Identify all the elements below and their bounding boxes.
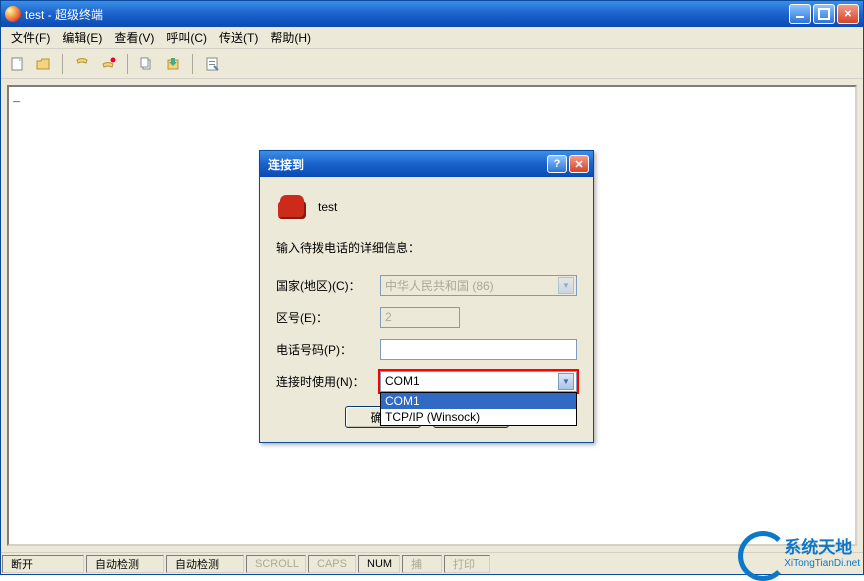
phone-icon (276, 191, 308, 223)
status-capture: 捕 (402, 555, 442, 573)
toolbar-separator (127, 54, 128, 74)
label-area: 区号(E)： (276, 309, 380, 326)
menu-call[interactable]: 呼叫(C) (160, 27, 213, 48)
status-connection: 断开 (2, 555, 84, 573)
window-title: test - 超级终端 (25, 6, 789, 23)
dropdown-option-tcpip[interactable]: TCP/IP (Winsock) (381, 409, 576, 425)
chevron-down-icon: ▼ (558, 277, 574, 294)
country-combo-wrap: 中华人民共和国 (86) ▼ (380, 275, 577, 296)
country-combo: 中华人民共和国 (86) ▼ (380, 275, 577, 296)
watermark-cn: 系统天地 (784, 533, 860, 558)
label-country: 国家(地区)(C)： (276, 277, 380, 294)
instruction-text: 输入待拨电话的详细信息： (276, 239, 577, 256)
watermark-logo-icon (736, 529, 780, 573)
maximize-button[interactable] (813, 4, 835, 24)
area-input (380, 307, 460, 328)
properties-icon[interactable] (202, 54, 222, 74)
status-auto-detect-1: 自动检测 (86, 555, 164, 573)
new-icon[interactable] (7, 54, 27, 74)
app-icon (5, 6, 21, 22)
connect-using-combo-wrap: COM1 ▼ COM1 TCP/IP (Winsock) (380, 371, 577, 392)
dialog-close-button[interactable]: ✕ (569, 155, 589, 173)
country-value: 中华人民共和国 (86) (385, 277, 558, 294)
menu-transfer[interactable]: 传送(T) (213, 27, 264, 48)
status-print: 打印 (444, 555, 490, 573)
dialog-title: 连接到 (264, 156, 545, 173)
label-connect-using: 连接时使用(N)： (276, 373, 380, 390)
row-connect-using: 连接时使用(N)： COM1 ▼ COM1 TCP/IP (Winsock) (276, 370, 577, 392)
toolbar-separator (192, 54, 193, 74)
connection-name: test (318, 200, 337, 214)
open-icon[interactable] (33, 54, 53, 74)
label-phone: 电话号码(P)： (276, 341, 380, 358)
dropdown-option-com1[interactable]: COM1 (381, 393, 576, 409)
connection-header: test (276, 191, 577, 223)
connect-using-value: COM1 (385, 374, 558, 388)
phone-input[interactable] (380, 339, 577, 360)
send-icon[interactable] (137, 54, 157, 74)
row-phone: 电话号码(P)： (276, 338, 577, 360)
chevron-down-icon[interactable]: ▼ (558, 373, 574, 390)
hangup-icon[interactable] (98, 54, 118, 74)
connect-using-combo[interactable]: COM1 ▼ (380, 371, 577, 392)
dialog-title-bar: 连接到 ? ✕ (260, 151, 593, 177)
call-icon[interactable] (72, 54, 92, 74)
menu-bar: 文件(F) 编辑(E) 查看(V) 呼叫(C) 传送(T) 帮助(H) (1, 27, 863, 49)
dialog-body: test 输入待拨电话的详细信息： 国家(地区)(C)： 中华人民共和国 (86… (260, 177, 593, 442)
menu-file[interactable]: 文件(F) (5, 27, 56, 48)
status-scroll: SCROLL (246, 555, 306, 573)
toolbar-separator (62, 54, 63, 74)
title-bar: test - 超级终端 (1, 1, 863, 27)
watermark-text: 系统天地 XiTongTianDi.net (784, 533, 860, 569)
status-auto-detect-2: 自动检测 (166, 555, 244, 573)
window-controls (789, 4, 859, 24)
receive-icon[interactable] (163, 54, 183, 74)
status-bar: 断开 自动检测 自动检测 SCROLL CAPS NUM 捕 打印 (1, 552, 863, 574)
row-area: 区号(E)： (276, 306, 577, 328)
status-caps: CAPS (308, 555, 356, 573)
menu-help[interactable]: 帮助(H) (264, 27, 317, 48)
connect-dialog: 连接到 ? ✕ test 输入待拨电话的详细信息： 国家(地区)(C)： 中华人… (259, 150, 594, 443)
close-button[interactable] (837, 4, 859, 24)
dialog-help-button[interactable]: ? (547, 155, 567, 173)
connect-using-dropdown: COM1 TCP/IP (Winsock) (380, 392, 577, 426)
status-num: NUM (358, 555, 400, 573)
watermark-en: XiTongTianDi.net (784, 558, 860, 569)
menu-view[interactable]: 查看(V) (108, 27, 160, 48)
minimize-button[interactable] (789, 4, 811, 24)
watermark: 系统天地 XiTongTianDi.net (736, 529, 860, 573)
toolbar (1, 49, 863, 79)
row-country: 国家(地区)(C)： 中华人民共和国 (86) ▼ (276, 274, 577, 296)
menu-edit[interactable]: 编辑(E) (56, 27, 108, 48)
